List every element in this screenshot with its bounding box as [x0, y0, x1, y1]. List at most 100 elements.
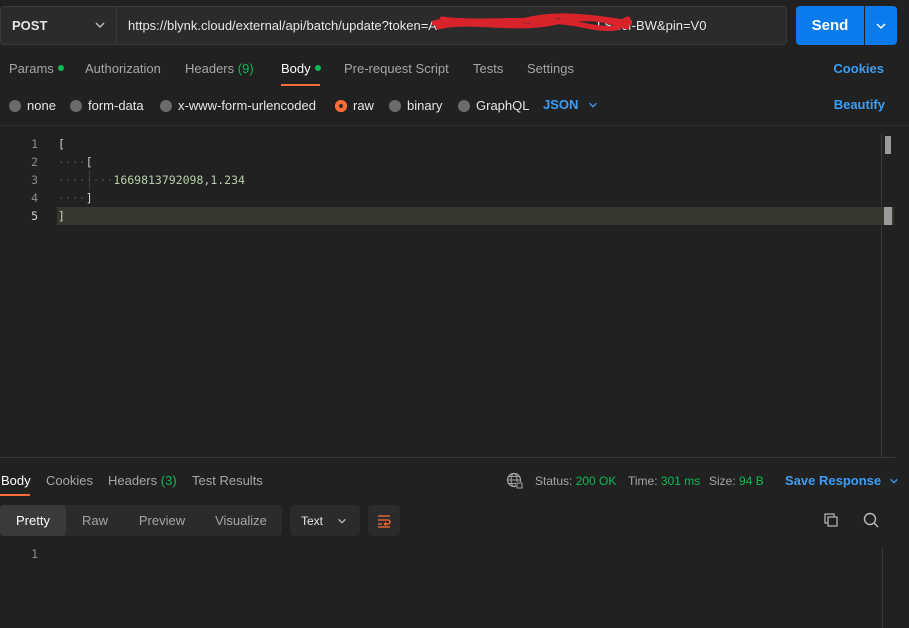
language-label: JSON	[543, 97, 579, 112]
radio-circle-selected	[335, 99, 347, 112]
radio-form-data[interactable]: form-data	[70, 98, 144, 113]
indent-guide	[89, 171, 90, 189]
chevron-down-icon	[876, 22, 886, 29]
method-label: POST	[12, 18, 48, 33]
response-headers-count: (3)	[160, 473, 177, 488]
code-token: [	[58, 137, 65, 151]
code-token: 1669813792098,1.234	[113, 173, 245, 187]
response-tab-headers[interactable]: Headers (3)	[108, 473, 177, 488]
response-scrollbar-track	[882, 547, 883, 628]
tab-body-label: Body	[281, 61, 311, 76]
tab-params[interactable]: Params	[9, 61, 64, 81]
size-value: 94 B	[739, 474, 764, 488]
globe-icon[interactable]	[506, 472, 524, 490]
method-select[interactable]: POST	[0, 6, 117, 45]
view-visualize-button[interactable]: Visualize	[205, 505, 277, 536]
radio-circle	[9, 99, 21, 112]
response-time: Time: 301 ms	[628, 474, 700, 488]
radio-urlencoded-label: x-www-form-urlencoded	[178, 98, 316, 113]
response-size: Size: 94 B	[709, 474, 764, 488]
cookies-link[interactable]: Cookies	[833, 61, 884, 76]
tab-params-label: Params	[9, 61, 54, 76]
send-options-button[interactable]	[865, 6, 897, 45]
tab-body[interactable]: Body	[281, 61, 321, 81]
search-icon[interactable]	[862, 511, 880, 529]
line-number: 5	[31, 209, 38, 223]
response-tab-headers-label: Headers	[108, 473, 158, 488]
tab-headers-label: Headers	[185, 61, 235, 76]
radio-urlencoded[interactable]: x-www-form-urlencoded	[160, 98, 316, 113]
radio-circle	[389, 99, 401, 112]
code-token: ]	[58, 209, 65, 223]
indent-dots: ········	[58, 173, 114, 187]
radio-raw[interactable]: raw	[335, 98, 374, 113]
response-tab-body[interactable]: Body	[1, 473, 31, 488]
radio-circle	[70, 99, 82, 112]
beautify-link[interactable]: Beautify	[834, 97, 885, 112]
status-label: Status:	[535, 474, 573, 488]
chevron-down-icon	[890, 478, 898, 484]
editor-scrollbar-thumb[interactable]	[885, 136, 891, 154]
status-value: 200 OK	[575, 474, 617, 488]
params-indicator-dot	[57, 65, 64, 71]
time-value: 301 ms	[660, 474, 701, 488]
radio-graphql-label: GraphQL	[476, 98, 530, 113]
radio-binary[interactable]: binary	[389, 98, 442, 113]
radio-circle	[458, 99, 470, 112]
radio-circle	[160, 99, 172, 112]
indent-dots: ····	[58, 155, 86, 169]
response-tab-cookies[interactable]: Cookies	[46, 473, 93, 488]
radio-raw-label: raw	[353, 98, 374, 113]
line-number: 4	[31, 191, 38, 205]
save-response-button[interactable]: Save Response	[785, 473, 899, 488]
radio-graphql[interactable]: GraphQL	[458, 98, 529, 113]
save-response-label: Save Response	[785, 473, 882, 488]
tab-authorization[interactable]: Authorization	[85, 61, 161, 81]
response-status: Status: 200 OK	[535, 474, 616, 488]
editor-scrollbar-track	[881, 134, 882, 458]
time-label: Time:	[628, 474, 658, 488]
chevron-down-icon	[589, 102, 598, 108]
language-select[interactable]: JSON	[543, 97, 598, 112]
wrap-lines-button[interactable]	[368, 505, 400, 536]
radio-form-data-label: form-data	[88, 98, 144, 113]
response-tab-test-results[interactable]: Test Results	[192, 473, 263, 488]
tab-settings[interactable]: Settings	[527, 61, 574, 81]
headers-count: (9)	[237, 61, 254, 76]
tab-tests[interactable]: Tests	[473, 61, 503, 81]
view-preview-button[interactable]: Preview	[128, 505, 196, 536]
body-indicator-dot	[314, 65, 321, 71]
line-number: 2	[31, 155, 38, 169]
chevron-down-icon	[95, 22, 105, 29]
code-token: ]	[85, 191, 93, 205]
chevron-down-icon	[338, 518, 346, 524]
redaction-scribble	[432, 13, 632, 31]
send-button[interactable]: Send	[796, 6, 864, 45]
tab-headers[interactable]: Headers (9)	[185, 61, 254, 81]
indent-dots: ····	[58, 191, 86, 205]
response-format-select[interactable]: Text	[290, 505, 360, 536]
view-raw-button[interactable]: Raw	[70, 505, 120, 536]
code-line: ····]	[58, 189, 93, 207]
code-line: ········1669813792098,1.234	[58, 171, 245, 189]
line-number: 3	[31, 173, 38, 187]
radio-none[interactable]: none	[9, 98, 56, 113]
size-label: Size:	[709, 474, 736, 488]
line-number: 1	[31, 137, 38, 151]
wrap-lines-icon	[378, 514, 391, 528]
copy-icon[interactable]	[822, 511, 840, 529]
active-tab-underline	[281, 84, 320, 86]
scrollbar-cursor-marker	[884, 207, 892, 225]
active-response-tab-underline	[0, 494, 30, 496]
active-line-highlight	[57, 207, 894, 225]
divider	[0, 125, 909, 126]
format-label: Text	[301, 513, 324, 528]
code-token: [	[85, 155, 93, 169]
url-text: https://blynk.cloud/external/api/batch/u…	[128, 18, 437, 33]
code-line: ····[	[58, 153, 93, 171]
radio-binary-label: binary	[407, 98, 443, 113]
code-line: [	[58, 135, 65, 153]
radio-none-label: none	[27, 98, 56, 113]
tab-pre-request-script[interactable]: Pre-request Script	[344, 61, 449, 81]
view-pretty-button[interactable]: Pretty	[0, 505, 66, 536]
